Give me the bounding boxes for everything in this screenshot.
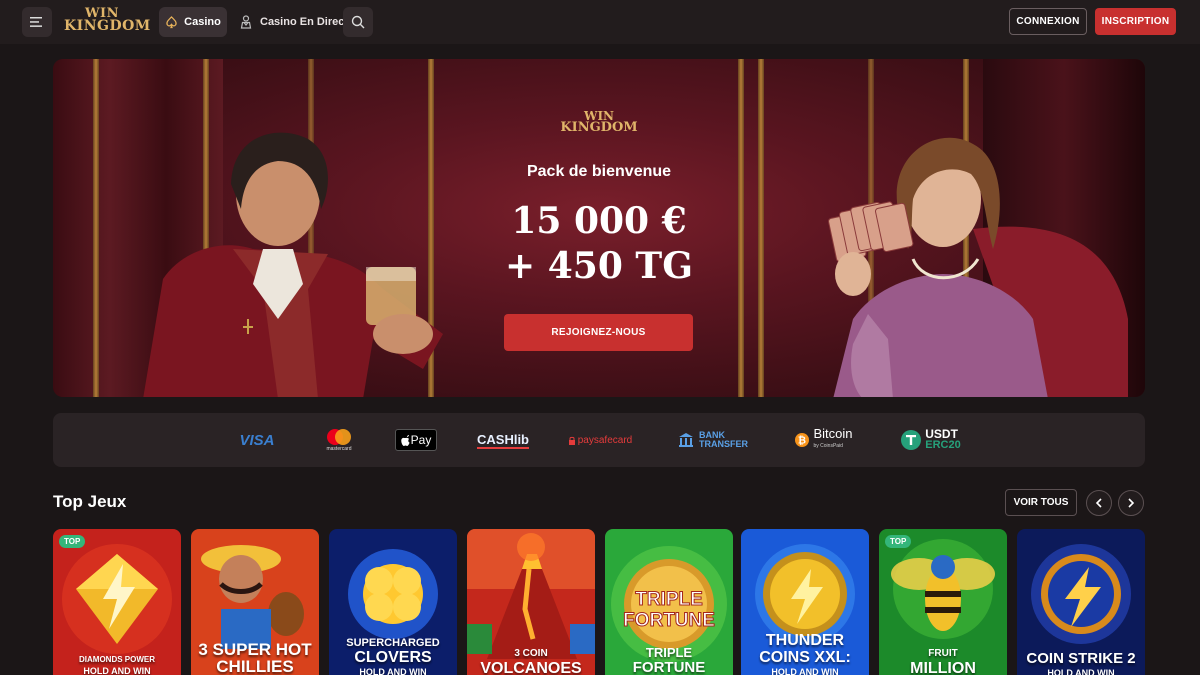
game-title-line2: VOLCANOES xyxy=(480,660,582,675)
mastercard-logo: mastercard xyxy=(319,413,359,467)
game-card-triple-fortune[interactable]: TRIPLE FORTUNE TRIPLE FORTUNE xyxy=(605,529,733,675)
view-all-button[interactable]: VOIR TOUS xyxy=(1005,489,1077,516)
game-title: 3 COIN VOLCANOES xyxy=(471,647,591,675)
payment-methods-bar: VISA mastercard Pay CASHlib paysafecard … xyxy=(53,413,1145,467)
game-title-line3: HOLD AND WIN xyxy=(359,667,427,675)
game-title-line2: CLOVERS xyxy=(354,649,432,666)
visa-label: VISA xyxy=(239,431,275,449)
visa-logo: VISA xyxy=(233,413,281,467)
coinspaid-label: by CoinsPaid xyxy=(813,443,843,449)
apple-pay-label: Pay xyxy=(410,433,432,447)
top-games-title: Top Jeux xyxy=(53,492,127,511)
bitcoin-icon: ₿ xyxy=(795,433,810,447)
tether-icon xyxy=(901,430,922,450)
game-title-line2: HOLD AND WIN xyxy=(83,666,151,675)
search-icon xyxy=(351,15,365,29)
nav-live-label: Casino En Direct xyxy=(260,16,349,28)
nav-live-casino[interactable]: Casino En Direct xyxy=(240,7,348,37)
game-title-line1: 3 COIN xyxy=(514,648,548,659)
nav-casino[interactable]: Casino xyxy=(159,7,227,37)
chevron-left-icon xyxy=(1095,498,1102,508)
svg-text:FORTUNE: FORTUNE xyxy=(623,610,715,631)
signup-button[interactable]: INSCRIPTION xyxy=(1095,8,1176,35)
game-title: TRIPLE FORTUNE xyxy=(609,645,729,675)
login-button[interactable]: CONNEXION xyxy=(1009,8,1087,35)
game-card-fruit-million[interactable]: TOP FRUIT MILLION xyxy=(879,529,1007,675)
game-title-line2: COINS XXL: xyxy=(759,649,851,666)
game-title-line3: HOLD AND WIN xyxy=(771,667,839,675)
bonus-amount: 15 000 € + 450 TG xyxy=(53,199,1145,289)
prev-button[interactable] xyxy=(1086,490,1112,516)
bank-transfer-label2: TRANSFER xyxy=(699,439,748,449)
menu-button[interactable] xyxy=(22,7,52,37)
game-card-3-super-hot-chillies[interactable]: 3 SUPER HOT CHILLIES xyxy=(191,529,319,675)
paysafecard-label: paysafecard xyxy=(577,434,633,446)
next-button[interactable] xyxy=(1118,490,1144,516)
spade-icon xyxy=(166,15,177,28)
game-title-line2: CHILLIES xyxy=(216,657,294,675)
game-title-line1: COIN STRIKE 2 xyxy=(1026,650,1136,667)
bitcoin-label: Bitcoin xyxy=(813,426,853,441)
svg-text:₿: ₿ xyxy=(798,435,806,447)
game-title-line2: HOLD AND WIN xyxy=(1047,668,1115,675)
game-title: THUNDER COINS XXL: HOLD AND WIN xyxy=(745,632,865,675)
game-title: SUPERCHARGED CLOVERS HOLD AND WIN xyxy=(333,637,453,675)
bonus-amount-line2: + 450 TG xyxy=(505,245,693,287)
game-card-thunder-coins-xxl[interactable]: THUNDER COINS XXL: HOLD AND WIN xyxy=(741,529,869,675)
top-header: WIN KINGDOM Casino Casino En Direct CONN… xyxy=(0,0,1200,44)
logo-line2: KINGDOM xyxy=(64,18,151,34)
game-title-line2: MILLION xyxy=(910,660,976,675)
chevron-right-icon xyxy=(1128,498,1135,508)
join-button[interactable]: REJOIGNEZ-NOUS xyxy=(504,314,693,351)
mastercard-icon xyxy=(327,429,351,445)
mastercard-label: mastercard xyxy=(326,446,352,452)
bonus-amount-line1: 15 000 € xyxy=(511,200,687,242)
lock-icon xyxy=(568,436,575,445)
svg-text:TRIPLE: TRIPLE xyxy=(635,589,703,610)
game-card-supercharged-clovers[interactable]: SUPERCHARGED CLOVERS HOLD AND WIN xyxy=(329,529,457,675)
welcome-pack-title: Pack de bienvenue xyxy=(526,163,672,180)
banner-logo-line2: KINGDOM xyxy=(560,120,638,135)
dealer-icon xyxy=(240,15,252,29)
game-title-line1: THUNDER xyxy=(765,632,845,649)
top-badge: TOP xyxy=(59,535,86,548)
site-logo[interactable]: WIN KINGDOM xyxy=(64,7,151,34)
bitcoin-logo: ₿ Bitcoin by CoinsPaid xyxy=(789,413,859,467)
game-title-line1: DIAMONDS POWER xyxy=(79,655,155,664)
bank-transfer-logo: BANK TRANSFER xyxy=(673,413,753,467)
cashlib-label: CASHlib xyxy=(477,431,529,449)
game-card-diamonds-power[interactable]: TOP DIAMONDS POWER HOLD AND WIN xyxy=(53,529,181,675)
game-title: FRUIT MILLION xyxy=(883,647,1003,675)
usdt-logo: USDT ERC20 xyxy=(896,413,966,467)
banner-logo: WIN KINGDOM xyxy=(53,110,1145,134)
apple-pay-logo: Pay xyxy=(394,413,438,467)
game-title-line1: 3 SUPER HOT xyxy=(198,640,312,659)
apple-icon xyxy=(400,434,410,446)
hamburger-menu-icon xyxy=(30,17,42,27)
paysafecard-logo: paysafecard xyxy=(565,413,635,467)
game-title: 3 SUPER HOT CHILLIES xyxy=(195,641,315,675)
cashlib-logo: CASHlib xyxy=(477,413,529,467)
game-title-line1: FRUIT xyxy=(928,648,958,659)
bank-icon xyxy=(679,433,693,447)
top-badge: TOP xyxy=(885,535,912,548)
game-title: DIAMONDS POWER HOLD AND WIN xyxy=(57,654,177,675)
game-title: COIN STRIKE 2 HOLD AND WIN xyxy=(1021,650,1141,675)
game-card-coin-strike-2[interactable]: COIN STRIKE 2 HOLD AND WIN xyxy=(1017,529,1145,675)
game-title-line2: FORTUNE xyxy=(632,659,706,675)
search-button[interactable] xyxy=(343,7,373,37)
welcome-banner[interactable]: WIN KINGDOM Pack de bienvenue 15 000 € +… xyxy=(53,59,1145,397)
game-title-line1: TRIPLE xyxy=(645,645,693,660)
game-card-3-coin-volcanoes[interactable]: 3 COIN VOLCANOES xyxy=(467,529,595,675)
nav-casino-label: Casino xyxy=(184,16,221,28)
erc20-label: ERC20 xyxy=(925,439,961,451)
